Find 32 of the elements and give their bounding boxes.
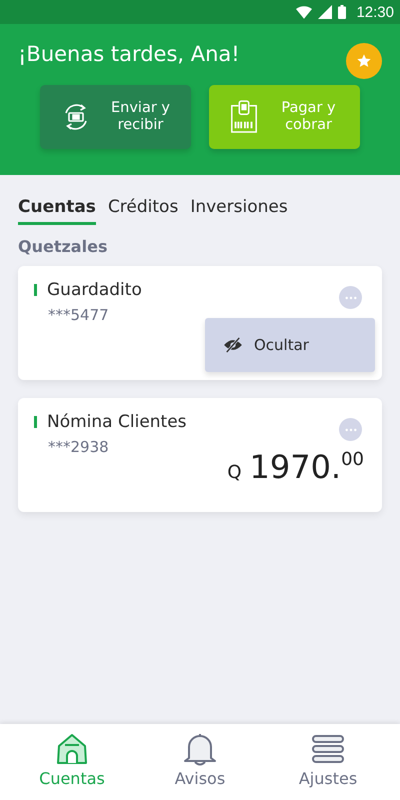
transfer-button[interactable]: Enviar y recibir [40, 85, 191, 149]
account-name: Nómina Clientes [47, 412, 187, 432]
more-icon [344, 428, 356, 432]
register-icon [229, 100, 259, 134]
tab[interactable]: Cuentas [18, 197, 96, 225]
status-mark [34, 284, 37, 296]
nav-item[interactable]: Ajustes [273, 732, 383, 800]
status-mark [34, 416, 37, 428]
balance: 1970.$^{00}$ [249, 448, 364, 486]
account-card[interactable]: Nómina Clientes ***2938 Q 1970.$^{00}$ [18, 398, 382, 512]
clock: 12:30 [356, 4, 394, 20]
more-button[interactable] [339, 286, 362, 309]
more-button[interactable] [339, 418, 362, 441]
battery-icon [338, 5, 346, 19]
signal-icon [318, 5, 332, 19]
account-number: ***5477 [48, 306, 110, 324]
account-name: Guardadito [47, 280, 142, 300]
tab[interactable]: Inversiones [190, 197, 288, 225]
menu-icon [311, 732, 345, 766]
bell-icon [183, 732, 217, 766]
currency: Q [227, 462, 242, 483]
section-title: Quetzales [18, 237, 108, 256]
account-number: ***2938 [48, 438, 110, 456]
greeting: ¡Buenas tardes, Ana! [18, 42, 240, 66]
account-card[interactable]: Guardadito ***5477 Ocultar [18, 266, 382, 380]
house-icon [55, 732, 89, 766]
menu-item[interactable]: Ocultar [223, 336, 309, 354]
more-icon [344, 296, 356, 300]
nav-item[interactable]: Avisos [145, 732, 255, 800]
eye-slash-icon [223, 337, 243, 353]
tab[interactable]: Créditos [108, 197, 178, 225]
wifi-icon [296, 6, 312, 18]
